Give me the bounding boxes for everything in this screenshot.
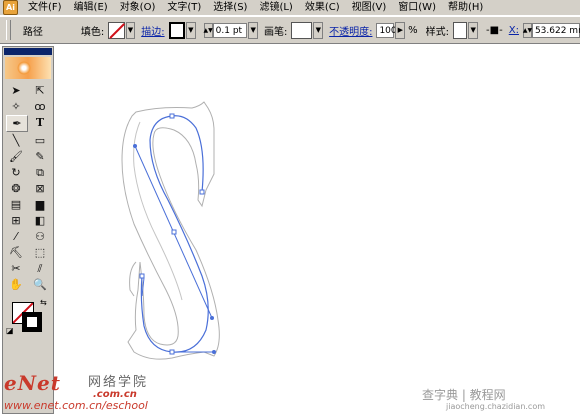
handle-point[interactable] xyxy=(133,144,137,148)
graph-tool-icon[interactable]: ▆ xyxy=(30,197,50,212)
brush-swatch[interactable] xyxy=(291,21,313,39)
type-tool-icon[interactable]: T xyxy=(30,115,50,130)
line-tool-icon[interactable]: ╲ xyxy=(6,133,26,148)
symbol-sprayer-tool-icon[interactable]: ▤ xyxy=(6,197,26,212)
handle-point[interactable] xyxy=(210,316,214,320)
pen-tool-icon[interactable]: ✒ xyxy=(6,115,28,132)
warp-tool-icon[interactable]: ❂ xyxy=(6,181,26,196)
opacity-field[interactable]: 100 xyxy=(376,22,397,38)
fill-dropdown-icon[interactable]: ▼ xyxy=(125,21,136,39)
stroke-link[interactable]: 描边: xyxy=(141,23,164,38)
s-letter-outline xyxy=(121,101,220,360)
anchor-point[interactable] xyxy=(139,273,145,279)
fill-stroke-widget: ⇆ ◪ xyxy=(6,298,50,336)
menu-edit[interactable]: 编辑(E) xyxy=(68,0,114,15)
anchor-point[interactable] xyxy=(169,113,175,119)
adobe-logo-icon[interactable] xyxy=(5,57,51,79)
menu-view[interactable]: 视图(V) xyxy=(346,0,393,15)
fill-label: 填色: xyxy=(80,26,105,38)
anchor-point[interactable] xyxy=(169,349,175,355)
menu-filter[interactable]: 滤镜(L) xyxy=(253,0,298,15)
anchor-point[interactable] xyxy=(199,189,205,195)
paintbrush-tool-icon[interactable]: 🖌 xyxy=(6,149,26,164)
illustrator-app-icon[interactable]: Ai xyxy=(3,0,18,15)
x-link[interactable]: X: xyxy=(509,25,519,36)
stroke-swatch[interactable] xyxy=(168,21,185,39)
pencil-tool-icon[interactable]: ✎ xyxy=(30,149,50,164)
enet-school-text: 网络学院 xyxy=(88,375,149,390)
x-field[interactable]: 53.622 mm xyxy=(531,22,580,38)
stroke-color-box[interactable] xyxy=(22,312,42,332)
enet-url-text: www.enet.com.cn/eschool xyxy=(4,399,148,412)
tools-panel: ➤ ⇱ ✧ ꝏ ✒ T ╲ ▭ 🖌 ✎ ↻ ⧉ ❂ ⊠ ▤ ▆ ⊞ ◧ ⁄ ⚇ … xyxy=(2,46,54,414)
slice-tool-icon[interactable]: ⫽ xyxy=(30,261,50,276)
control-bar-grip[interactable] xyxy=(6,20,11,40)
handle-point[interactable] xyxy=(212,350,216,354)
rotate-tool-icon[interactable]: ↻ xyxy=(6,165,26,180)
magic-wand-tool-icon[interactable]: ✧ xyxy=(6,99,26,114)
mesh-tool-icon[interactable]: ⊞ xyxy=(6,213,26,228)
style-label: 样式: xyxy=(425,26,449,38)
scale-tool-icon[interactable]: ⧉ xyxy=(30,165,50,180)
menu-window[interactable]: 窗口(W) xyxy=(392,0,442,15)
control-bar: 路径 填色: ▼ 描边: ▼ ▲▼ 0.1 pt ▼ 画笔: ▼ 不透明度: 1… xyxy=(0,16,580,44)
lasso-tool-icon[interactable]: ꝏ xyxy=(30,99,50,114)
zoom-tool-icon[interactable]: 🔍 xyxy=(30,277,50,292)
stroke-dropdown-icon[interactable]: ▼ xyxy=(186,21,196,39)
direct-selection-tool-icon[interactable]: ⇱ xyxy=(30,83,50,98)
artwork-svg xyxy=(121,101,220,360)
blend-tool-icon[interactable]: ⚇ xyxy=(30,229,50,244)
menu-file[interactable]: 文件(F) xyxy=(22,0,68,15)
menu-select[interactable]: 选择(S) xyxy=(207,0,253,15)
style-swatch[interactable] xyxy=(452,21,468,39)
eyedropper-tool-icon[interactable]: ⁄ xyxy=(6,229,26,244)
gradient-tool-icon[interactable]: ◧ xyxy=(30,213,50,228)
brush-dropdown-icon[interactable]: ▼ xyxy=(313,21,324,39)
chazidian-watermark: 查字典 | 教程网 xyxy=(422,388,506,402)
artboard-canvas[interactable] xyxy=(57,44,580,414)
scissors-tool-icon[interactable]: ✂ xyxy=(6,261,26,276)
menu-bar: Ai 文件(F) 编辑(E) 对象(O) 文字(T) 选择(S) 滤镜(L) 效… xyxy=(0,0,580,16)
menu-object[interactable]: 对象(O) xyxy=(114,0,162,15)
swap-fill-stroke-icon[interactable]: ⇆ xyxy=(40,298,47,307)
stroke-weight-stepper-icon[interactable]: ▲▼ xyxy=(204,22,213,38)
tools-panel-titlebar[interactable] xyxy=(4,48,52,55)
chazidian-url: jiaocheng.chazidian.com xyxy=(446,402,546,411)
menu-type[interactable]: 文字(T) xyxy=(161,0,207,15)
align-icon[interactable]: -■- xyxy=(486,25,503,36)
tool-grid: ➤ ⇱ ✧ ꝏ ✒ T ╲ ▭ 🖌 ✎ ↻ ⧉ ❂ ⊠ ▤ ▆ ⊞ ◧ ⁄ ⚇ … xyxy=(3,81,53,294)
object-type-label: 路径 xyxy=(22,26,43,38)
selection-tool-icon[interactable]: ➤ xyxy=(6,83,26,98)
fill-swatch[interactable] xyxy=(108,21,125,39)
stroke-weight-dropdown-icon[interactable]: ▼ xyxy=(248,21,258,39)
hand-tool-icon[interactable]: ✋ xyxy=(6,277,26,292)
stroke-weight-field[interactable]: 0.1 pt xyxy=(212,22,248,38)
style-dropdown-icon[interactable]: ▼ xyxy=(468,21,479,39)
enet-logo: eNet xyxy=(4,371,61,395)
opacity-unit: % xyxy=(408,24,418,36)
menu-help[interactable]: 帮助(H) xyxy=(442,0,489,15)
rectangle-tool-icon[interactable]: ▭ xyxy=(30,133,50,148)
free-transform-tool-icon[interactable]: ⊠ xyxy=(30,181,50,196)
default-colors-icon[interactable]: ◪ xyxy=(6,326,14,335)
opacity-arrow-icon[interactable]: ▶ xyxy=(395,21,406,39)
anchor-point[interactable] xyxy=(171,229,177,235)
live-paint-tool-icon[interactable]: ⛏ xyxy=(6,245,26,260)
brush-label: 画笔: xyxy=(263,26,288,38)
x-stepper-icon[interactable]: ▲▼ xyxy=(523,22,532,38)
live-paint-selection-tool-icon[interactable]: ⬚ xyxy=(30,245,50,260)
opacity-link[interactable]: 不透明度: xyxy=(329,23,372,38)
menu-effect[interactable]: 效果(C) xyxy=(299,0,346,15)
